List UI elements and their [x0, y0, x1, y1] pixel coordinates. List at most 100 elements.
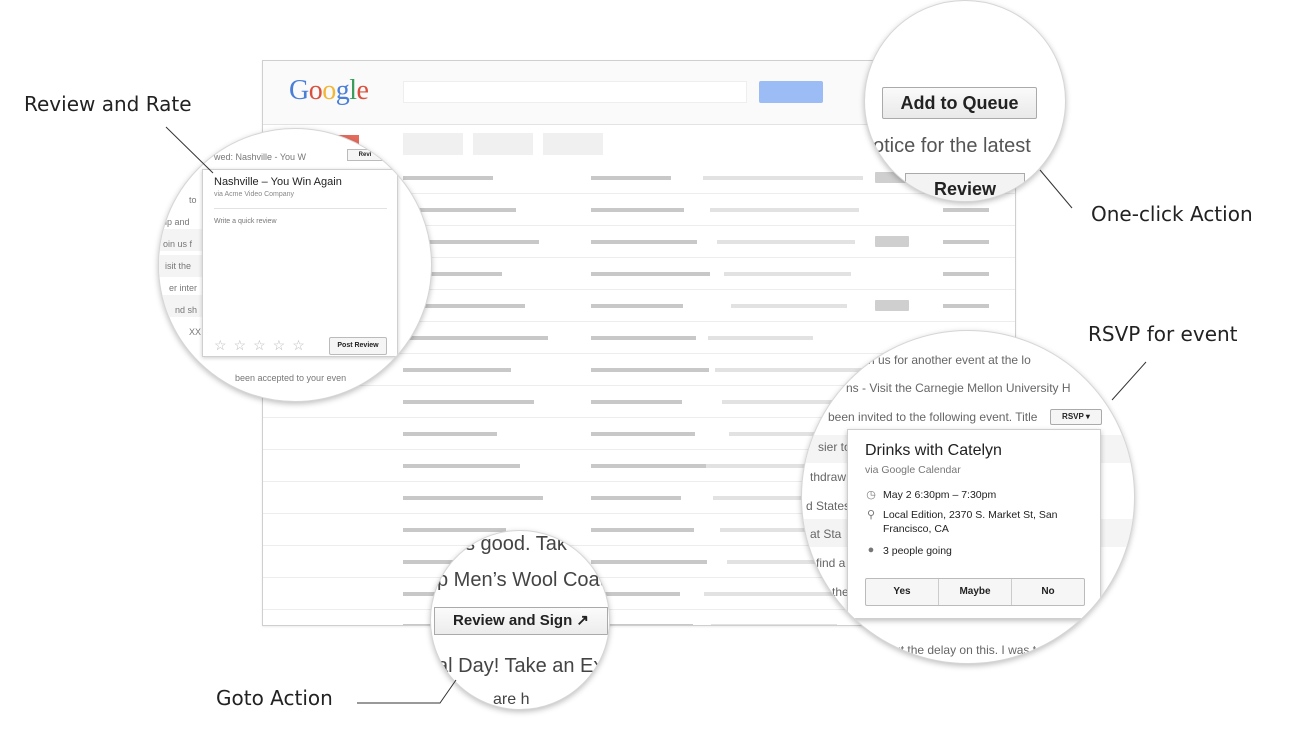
search-button[interactable] [759, 81, 823, 103]
snippet-text: XX [189, 327, 202, 337]
text-placeholder [403, 432, 497, 436]
event-title: Drinks with Catelyn [865, 442, 1002, 459]
text-placeholder [710, 208, 859, 212]
callout-goto-action: Goto Action [216, 686, 333, 710]
rsvp-no-button[interactable]: No [1011, 579, 1084, 605]
text-placeholder [591, 560, 707, 564]
text-placeholder [403, 176, 493, 180]
leader-line [1039, 169, 1073, 209]
person-icon: ● [867, 544, 875, 556]
snippet-text: been invited to the following event. Tit… [828, 410, 1038, 424]
text-placeholder [717, 240, 855, 244]
snippet-text: are h [493, 691, 530, 708]
text-placeholder [943, 272, 989, 276]
snippet-text: isit the [165, 261, 192, 271]
text-placeholder [403, 400, 534, 404]
snippet-text: ns - Visit the Carnegie Mellon Universit… [846, 381, 1071, 395]
review-and-sign-button[interactable]: Review and Sign ↗ [434, 607, 608, 635]
text-placeholder [591, 208, 684, 212]
leader-line [1111, 361, 1147, 401]
text-placeholder [591, 368, 709, 372]
snippet-text: been accepted to your even [235, 373, 347, 383]
divider [214, 208, 387, 209]
snippet-text: al Day! Take an Ex [437, 655, 604, 677]
text-placeholder [591, 496, 681, 500]
review-title: Nashville – You Win Again [214, 176, 342, 188]
star-rating[interactable]: ☆☆☆☆☆ [214, 337, 312, 354]
callout-review-and-rate: Review and Rate [24, 92, 192, 116]
snippet-text: sier to [818, 440, 851, 454]
action-chip[interactable] [875, 300, 909, 311]
snippet-text: otice for the latest [873, 135, 1031, 157]
goto-magnifier: s good. Tak p Men’s Wool Coat Review and… [430, 530, 610, 710]
text-placeholder [724, 272, 851, 276]
text-placeholder [943, 304, 989, 308]
review-magnifier: wed: Nashville - You W Revi to ip and oi… [158, 128, 432, 402]
text-placeholder [703, 176, 863, 180]
event-via: via Google Calendar [865, 464, 961, 476]
toolbar-button[interactable] [473, 133, 533, 155]
review-mini-button[interactable]: Revi [347, 149, 383, 161]
text-placeholder [708, 336, 813, 340]
text-placeholder [403, 528, 506, 532]
snippet-text: p Men’s Wool Coat [437, 569, 606, 591]
logo-letter: l [349, 75, 357, 106]
action-chip[interactable] [875, 236, 909, 247]
leader-line [357, 679, 457, 704]
text-placeholder [591, 528, 694, 532]
snippet-text: s good. Tak [465, 533, 567, 555]
snippet-text: wed: Nashville - You W [214, 152, 307, 162]
review-button[interactable]: Review [905, 173, 1025, 201]
snippet-text: er inter [169, 283, 198, 293]
review-card: Nashville – You Win Again via Acme Video… [202, 169, 398, 357]
text-placeholder [403, 368, 511, 372]
rsvp-button-group: Yes Maybe No [865, 578, 1085, 606]
clock-icon: ◷ [866, 489, 876, 501]
text-placeholder [591, 464, 708, 468]
text-placeholder [403, 496, 543, 500]
text-placeholder [403, 464, 520, 468]
logo-letter: o [308, 75, 323, 106]
one-click-magnifier: Add to Queue otice for the latest Review [864, 0, 1066, 202]
rsvp-maybe-button[interactable]: Maybe [938, 579, 1011, 605]
post-review-button[interactable]: Post Review [329, 337, 387, 355]
event-card: Drinks with Catelyn via Google Calendar … [847, 429, 1101, 619]
snippet-text: at Sta [810, 527, 842, 541]
text-placeholder [731, 304, 847, 308]
callout-rsvp-for-event: RSVP for event [1088, 322, 1238, 346]
review-via: via Acme Video Company [214, 191, 295, 198]
event-location: Local Edition, 2370 S. Market St, San Fr… [883, 509, 1058, 535]
text-placeholder [591, 176, 671, 180]
logo-letter: o [322, 75, 336, 106]
text-placeholder [591, 272, 710, 276]
event-attendees: 3 people going [883, 545, 952, 557]
text-placeholder [591, 400, 682, 404]
snippet-text: n us for another event at the lo [868, 353, 1031, 367]
location-pin-icon: ⚲ [866, 509, 876, 521]
review-textarea[interactable]: Write a quick review [214, 218, 277, 225]
event-time: May 2 6:30pm – 7:30pm [883, 489, 997, 501]
toolbar-button[interactable] [543, 133, 603, 155]
text-placeholder [943, 240, 989, 244]
logo-letter: e [356, 75, 369, 106]
toolbar-button[interactable] [403, 133, 463, 155]
logo-letter: G [289, 75, 309, 106]
google-logo: Google [289, 75, 369, 107]
rsvp-magnifier: n us for another event at the lo ns - Vi… [801, 330, 1135, 664]
search-input[interactable] [403, 81, 747, 103]
text-placeholder [943, 208, 989, 212]
snippet-text: d States [806, 499, 851, 513]
text-placeholder [591, 304, 683, 308]
rsvp-yes-button[interactable]: Yes [866, 579, 938, 605]
text-placeholder [704, 592, 841, 596]
snippet-text: ip and [165, 217, 190, 227]
snippet-text: to [189, 195, 197, 205]
text-placeholder [591, 240, 697, 244]
snippet-text: thdraw [810, 470, 847, 484]
callout-one-click-action: One-click Action [1091, 202, 1253, 226]
add-to-queue-button[interactable]: Add to Queue [882, 87, 1037, 119]
snippet-text: oin us f [163, 239, 193, 249]
snippet-text: about the delay on this. I was to [874, 643, 1043, 657]
rsvp-dropdown-button[interactable]: RSVP ▾ [1050, 409, 1102, 425]
snippet-text: nd sh [175, 305, 198, 315]
